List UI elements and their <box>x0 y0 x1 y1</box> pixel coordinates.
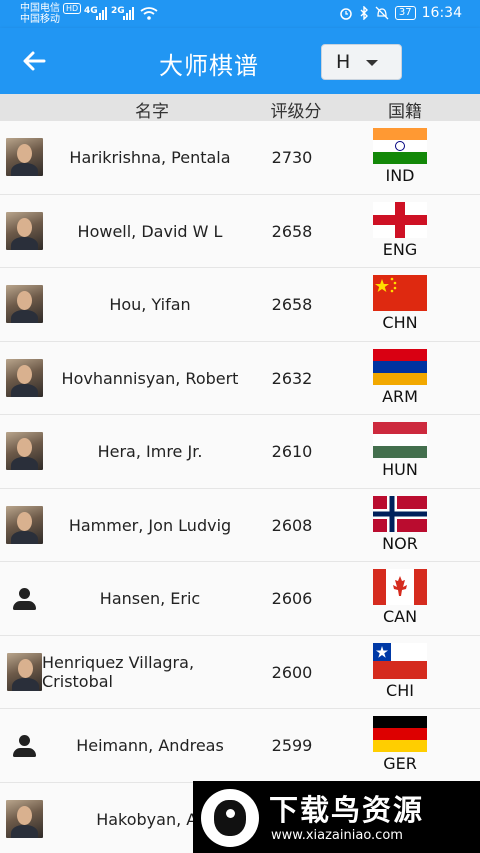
alarm-icon <box>340 8 352 20</box>
battery-icon: 37 <box>394 6 416 20</box>
player-country: CHN <box>382 313 418 332</box>
letter-filter-dropdown[interactable]: H <box>321 44 402 80</box>
player-name: Hansen, Eric <box>99 589 201 608</box>
player-row[interactable]: Hovhannisyan, Robert 2632 ARM <box>0 341 480 415</box>
chevron-down-icon <box>366 60 378 66</box>
player-rating: 2632 <box>271 368 313 388</box>
player-name: Hammer, Jon Ludvig <box>68 515 232 535</box>
player-name: Hou, Yifan <box>109 295 191 314</box>
carrier-info: 中国电信 HD 中国移动 <box>20 3 82 25</box>
player-row[interactable]: Heimann, Andreas 2599 GER <box>0 709 480 783</box>
player-row[interactable]: Hou, Yifan 2658 CHN <box>0 268 480 342</box>
person-icon <box>6 726 43 764</box>
column-header-rating: 评级分 <box>270 102 322 122</box>
player-avatar <box>6 505 43 544</box>
signal-icon <box>96 7 107 20</box>
player-name: Henriquez Villagra, Cristobal <box>42 653 195 691</box>
player-country: HUN <box>382 460 418 479</box>
signal-icon-2 <box>123 7 134 20</box>
player-row[interactable]: Hansen, Eric 2606 CAN <box>0 562 480 636</box>
player-name: Heimann, Andreas <box>76 736 224 755</box>
flag-hungary-icon <box>373 422 427 458</box>
player-avatar <box>6 211 43 250</box>
player-row[interactable]: Hera, Imre Jr. 2610 HUN <box>0 415 480 489</box>
player-country: ARM <box>382 386 418 406</box>
player-row[interactable]: Harikrishna, Pentala 2730 IND <box>0 121 480 195</box>
flag-canada-icon <box>373 569 427 605</box>
column-header-country: 国籍 <box>388 102 422 122</box>
status-bar: 中国电信 HD 中国移动 4G 2G 37 16:34 <box>0 0 480 28</box>
player-country: CHI <box>386 680 414 700</box>
player-name: Howell, David W L <box>77 221 223 241</box>
watermark-url: www.xiazainiao.com <box>271 828 403 843</box>
column-header-name: 名字 <box>135 102 169 122</box>
player-rating: 2600 <box>271 662 313 682</box>
watermark-title: 下载鸟资源 <box>269 793 425 827</box>
watermark-banner: 下载鸟资源 www.xiazainiao.com <box>193 781 480 853</box>
player-rating: 2610 <box>271 442 313 461</box>
carrier-2: 中国移动 <box>20 14 60 25</box>
player-avatar <box>6 358 43 397</box>
status-right: 37 16:34 <box>339 5 462 21</box>
player-rating: 2658 <box>271 295 313 314</box>
player-avatar <box>6 432 43 470</box>
bluetooth-icon <box>360 6 368 20</box>
player-rating: 2608 <box>271 515 313 535</box>
player-rating: 2658 <box>271 221 313 241</box>
flag-india-icon <box>373 128 427 164</box>
player-rating: 2730 <box>271 148 313 167</box>
app-bar: 大师棋谱 H <box>0 28 480 94</box>
flag-england-icon <box>373 201 427 238</box>
player-country: IND <box>385 166 415 185</box>
flag-armenia-icon <box>373 348 427 385</box>
flag-norway-icon <box>373 495 427 532</box>
player-row[interactable]: Henriquez Villagra, Cristobal 2600 CHI <box>0 635 480 709</box>
table-header: 名字 评级分 国籍 <box>0 94 480 122</box>
player-avatar <box>7 652 42 691</box>
player-name: Hovhannisyan, Robert <box>61 368 239 388</box>
player-rating: 2599 <box>271 736 313 755</box>
player-row[interactable]: Hammer, Jon Ludvig 2608 NOR <box>0 488 480 562</box>
carrier-1: 中国电信 <box>20 3 60 14</box>
player-rating: 2606 <box>271 589 313 608</box>
flag-china-icon <box>373 275 427 311</box>
wifi-icon <box>140 7 158 20</box>
flag-chile-icon <box>373 642 427 679</box>
player-country: NOR <box>382 533 418 553</box>
player-country: GER <box>383 754 417 773</box>
flag-germany-icon <box>373 716 427 752</box>
person-icon <box>6 579 43 617</box>
hd-badge: HD <box>63 3 82 14</box>
player-avatar <box>6 799 43 838</box>
mute-icon <box>375 6 389 20</box>
player-avatar <box>6 285 43 323</box>
player-avatar <box>6 138 43 176</box>
player-name: Hera, Imre Jr. <box>97 442 203 461</box>
player-country: ENG <box>382 239 418 259</box>
letter-filter-value: H <box>336 51 351 73</box>
player-row[interactable]: Howell, David W L 2658 ENG <box>0 194 480 268</box>
clock: 16:34 <box>421 5 462 21</box>
watermark-logo-icon <box>201 789 259 847</box>
player-name: Harikrishna, Pentala <box>69 148 231 167</box>
player-country: CAN <box>382 607 418 626</box>
